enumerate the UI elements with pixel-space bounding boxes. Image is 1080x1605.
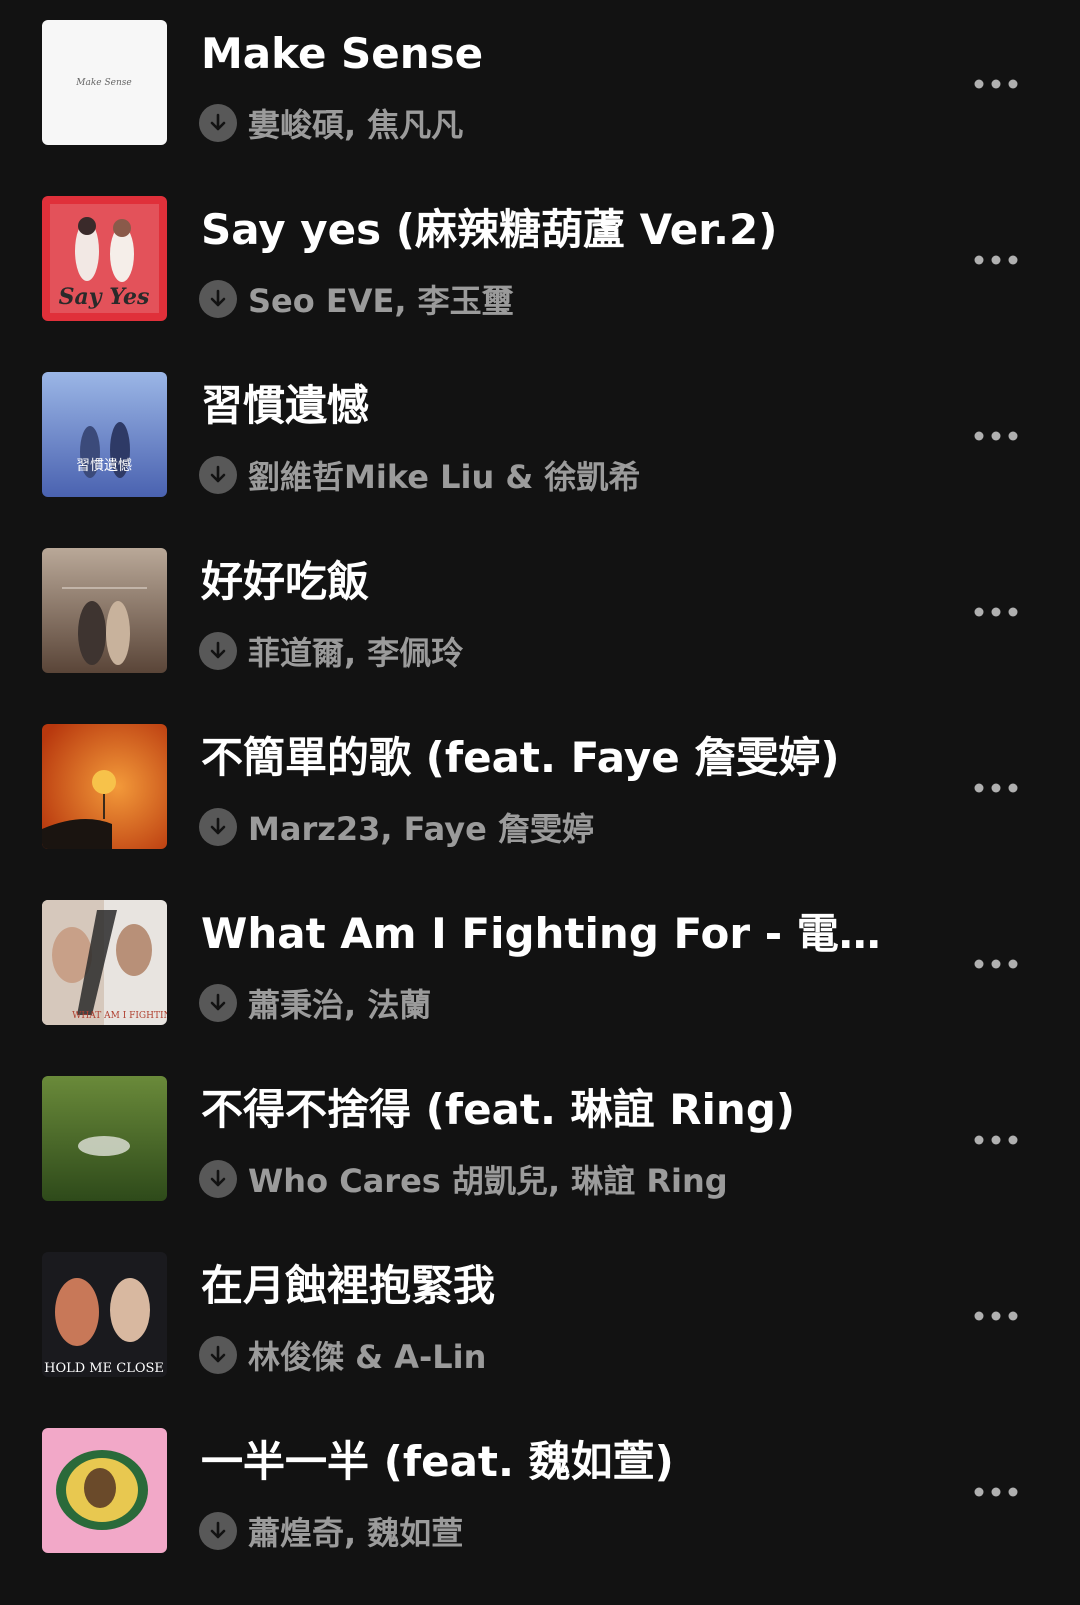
track-title[interactable]: 在月蝕裡抱緊我 <box>201 1262 921 1310</box>
cover-text: Say Yes <box>59 284 150 310</box>
track-artist: 婁峻碩, 焦凡凡 <box>248 106 464 144</box>
track-subtitle: Who Cares 胡凱兒, 琳誼 Ring <box>199 1158 728 1200</box>
track-title[interactable]: Make Sense <box>201 30 921 78</box>
track-row[interactable]: 習慣遺憾 習慣遺憾 劉維哲Mike Liu & 徐凱希 <box>0 352 1080 532</box>
more-options-button[interactable] <box>960 592 1032 632</box>
download-arrow-icon <box>199 456 237 494</box>
more-horizontal-icon <box>974 255 1018 265</box>
more-horizontal-icon <box>974 1487 1018 1497</box>
track-row[interactable]: WHAT AM I FIGHTING FOR What Am I Fightin… <box>0 880 1080 1060</box>
download-arrow-icon <box>199 1336 237 1374</box>
more-horizontal-icon <box>974 959 1018 969</box>
track-title[interactable]: 好好吃飯 <box>201 558 921 606</box>
download-arrow-icon <box>199 984 237 1022</box>
track-title[interactable]: 一半一半 (feat. 魏如萱) <box>201 1438 921 1486</box>
more-options-button[interactable] <box>960 64 1032 104</box>
more-options-button[interactable] <box>960 944 1032 984</box>
track-title[interactable]: 不簡單的歌 (feat. Faye 詹雯婷) <box>201 734 921 782</box>
more-horizontal-icon <box>974 431 1018 441</box>
track-subtitle: 蕭秉治, 法蘭 <box>199 982 431 1024</box>
more-horizontal-icon <box>974 607 1018 617</box>
track-subtitle: 林俊傑 & A-Lin <box>199 1334 486 1376</box>
album-cover <box>42 1428 167 1553</box>
more-options-button[interactable] <box>960 768 1032 808</box>
album-cover: WHAT AM I FIGHTING FOR <box>42 900 167 1025</box>
track-artist: Seo EVE, 李玉璽 <box>248 282 514 320</box>
cover-text: HOLD ME CLOSE <box>44 1361 164 1376</box>
track-artist: 劉維哲Mike Liu & 徐凱希 <box>248 458 641 496</box>
track-artist: 林俊傑 & A-Lin <box>248 1338 487 1376</box>
more-options-button[interactable] <box>960 416 1032 456</box>
download-arrow-icon <box>199 1160 237 1198</box>
track-row[interactable]: HOLD ME CLOSE 在月蝕裡抱緊我 林俊傑 & A-Lin <box>0 1232 1080 1412</box>
album-cover <box>42 548 167 673</box>
track-artist: 蕭秉治, 法蘭 <box>248 986 432 1024</box>
more-horizontal-icon <box>974 79 1018 89</box>
track-title[interactable]: 習慣遺憾 <box>201 382 921 430</box>
track-subtitle: Marz23, Faye 詹雯婷 <box>199 806 594 848</box>
track-subtitle: 菲道爾, 李佩玲 <box>199 630 463 672</box>
album-cover <box>42 1076 167 1201</box>
track-subtitle: Seo EVE, 李玉璽 <box>199 278 514 320</box>
track-artist: 菲道爾, 李佩玲 <box>248 634 464 672</box>
track-artist: 蕭煌奇, 魏如萱 <box>248 1514 464 1552</box>
cover-text: WHAT AM I FIGHTING FOR <box>72 1011 167 1021</box>
cover-text: Make Sense <box>75 78 131 88</box>
track-artist: Who Cares 胡凱兒, 琳誼 Ring <box>248 1162 728 1200</box>
album-cover: 習慣遺憾 <box>42 372 167 497</box>
track-title[interactable]: What Am I Fighting For - 電影《… <box>201 910 921 958</box>
track-title[interactable]: 不得不捨得 (feat. 琳誼 Ring) <box>201 1086 921 1134</box>
track-row[interactable]: 不得不捨得 (feat. 琳誼 Ring) Who Cares 胡凱兒, 琳誼 … <box>0 1056 1080 1236</box>
album-cover: Say Yes <box>42 196 167 321</box>
download-arrow-icon <box>199 808 237 846</box>
track-row[interactable]: 不簡單的歌 (feat. Faye 詹雯婷) Marz23, Faye 詹雯婷 <box>0 704 1080 884</box>
track-subtitle: 蕭煌奇, 魏如萱 <box>199 1510 463 1552</box>
more-options-button[interactable] <box>960 240 1032 280</box>
album-cover: Make Sense <box>42 20 167 145</box>
track-title[interactable]: Say yes (麻辣糖葫蘆 Ver.2) <box>201 206 921 254</box>
track-row[interactable]: 好好吃飯 菲道爾, 李佩玲 <box>0 528 1080 708</box>
track-list: Make Sense Make Sense 婁峻碩, 焦凡凡 Say Yes S… <box>0 0 1080 1605</box>
more-horizontal-icon <box>974 1311 1018 1321</box>
more-horizontal-icon <box>974 1135 1018 1145</box>
track-row[interactable]: Say Yes Say yes (麻辣糖葫蘆 Ver.2) Seo EVE, 李… <box>0 176 1080 356</box>
more-options-button[interactable] <box>960 1296 1032 1336</box>
track-row[interactable]: Make Sense Make Sense 婁峻碩, 焦凡凡 <box>0 0 1080 180</box>
more-options-button[interactable] <box>960 1120 1032 1160</box>
album-cover <box>42 724 167 849</box>
track-row[interactable]: 一半一半 (feat. 魏如萱) 蕭煌奇, 魏如萱 <box>0 1408 1080 1588</box>
download-arrow-icon <box>199 104 237 142</box>
album-cover: HOLD ME CLOSE <box>42 1252 167 1377</box>
track-subtitle: 劉維哲Mike Liu & 徐凱希 <box>199 454 640 496</box>
more-horizontal-icon <box>974 783 1018 793</box>
cover-text: 習慣遺憾 <box>76 457 132 474</box>
download-arrow-icon <box>199 1512 237 1550</box>
track-subtitle: 婁峻碩, 焦凡凡 <box>199 102 463 144</box>
more-options-button[interactable] <box>960 1472 1032 1512</box>
download-arrow-icon <box>199 280 237 318</box>
download-arrow-icon <box>199 632 237 670</box>
track-artist: Marz23, Faye 詹雯婷 <box>248 810 594 848</box>
